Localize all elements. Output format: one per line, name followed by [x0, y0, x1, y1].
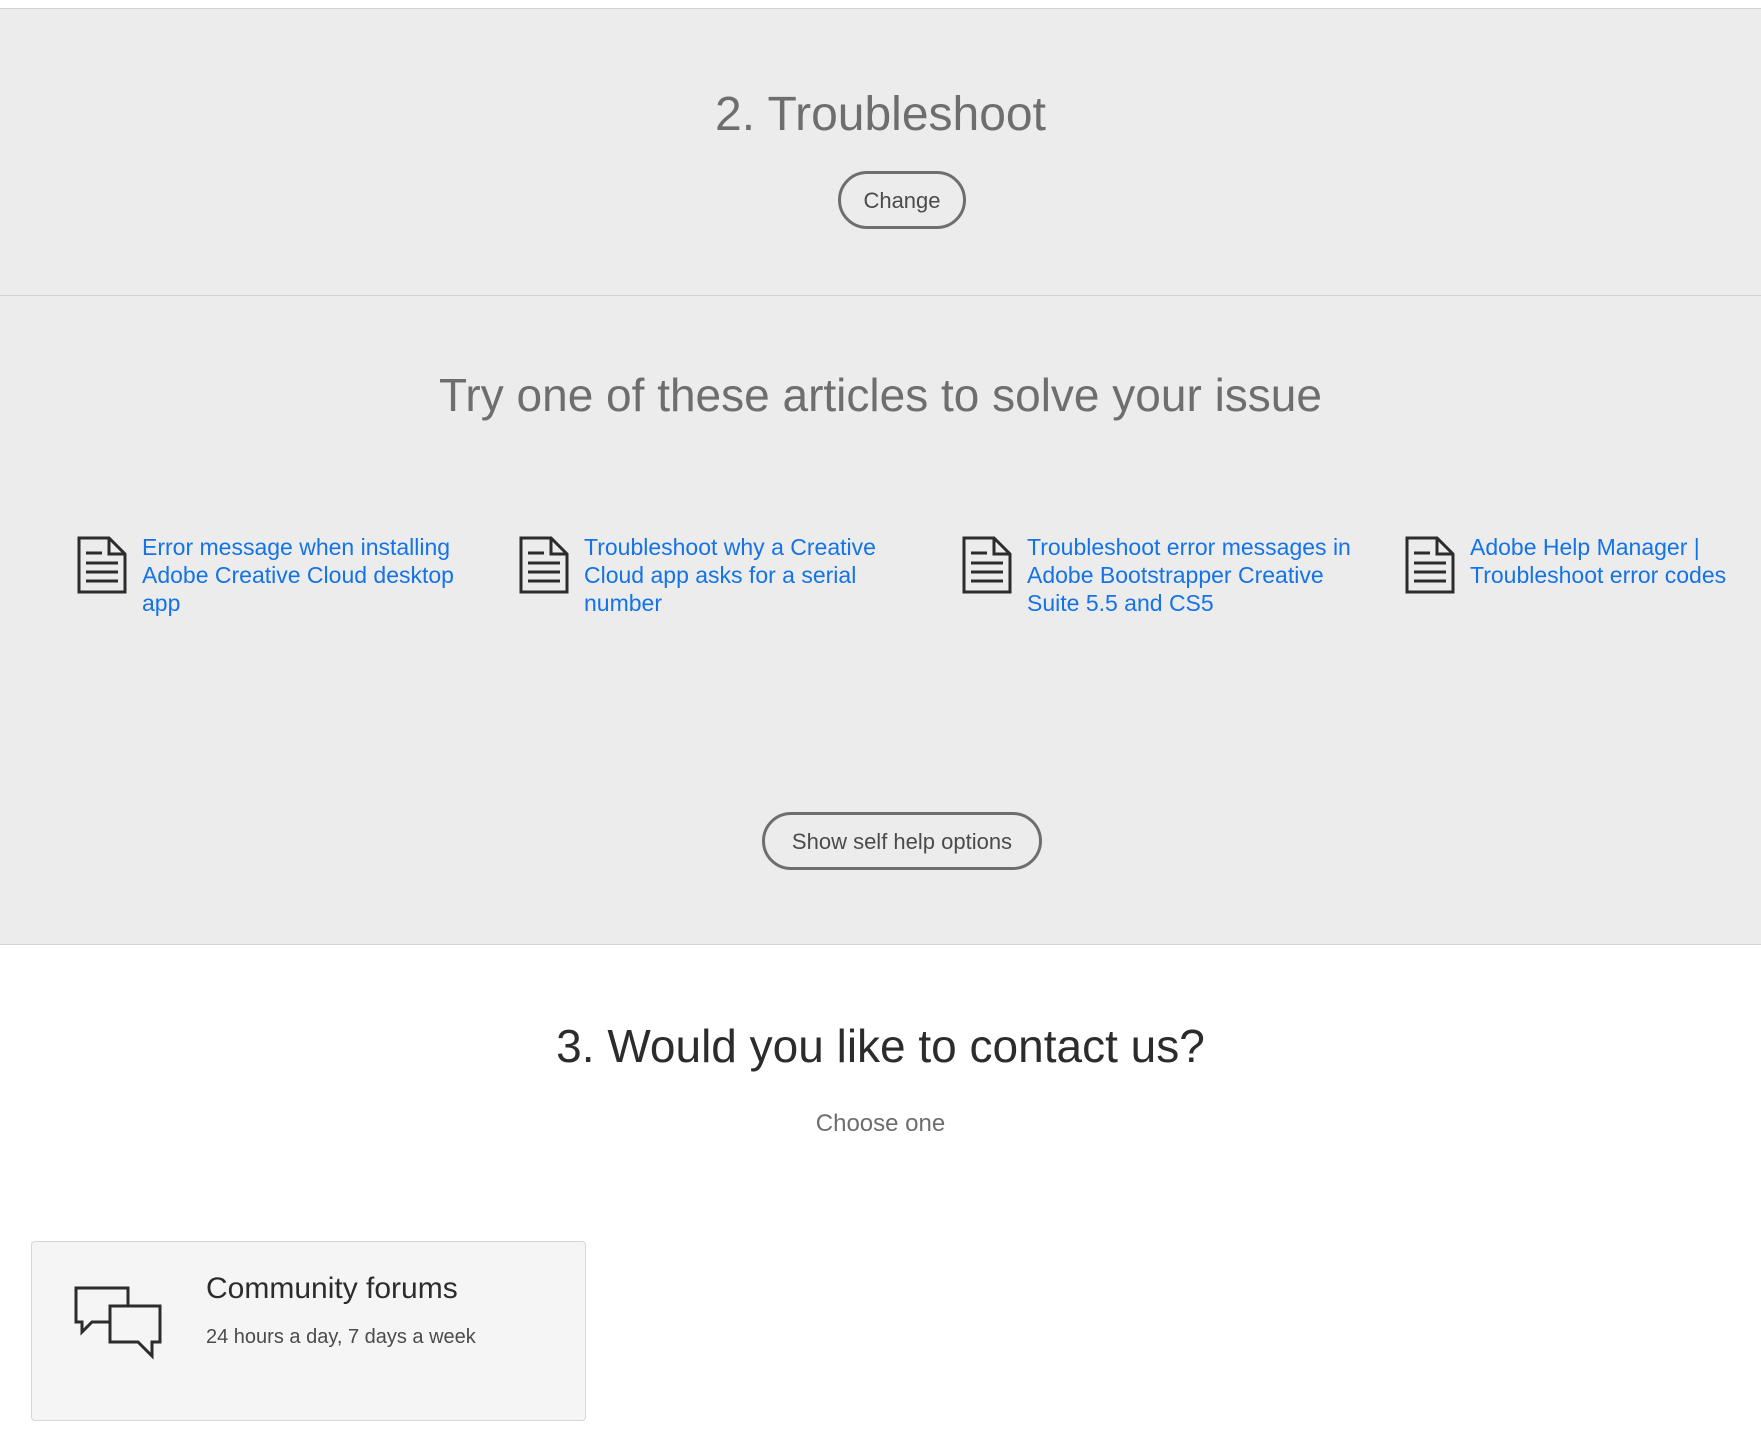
step-title: 3. Would you like to contact us? [556, 1020, 1205, 1072]
article-item: Troubleshoot error messages in Adobe Boo… [961, 533, 1361, 663]
article-item: Troubleshoot why a Creative Cloud app as… [518, 533, 918, 663]
top-divider [0, 0, 1761, 9]
article-link[interactable]: Error message when installing Adobe Crea… [142, 533, 472, 617]
step-title: 2. Troubleshoot [715, 88, 1046, 141]
document-icon [77, 536, 127, 594]
contact-step-section: 3. Would you like to contact us? Choose … [0, 946, 1761, 1455]
step-subtitle: Choose one [815, 1110, 946, 1137]
article-link[interactable]: Adobe Help Manager | Troubleshoot error … [1470, 533, 1740, 589]
articles-section: Try one of these articles to solve your … [0, 296, 1761, 945]
document-icon [1405, 536, 1455, 594]
articles-heading: Try one of these articles to solve your … [439, 369, 1322, 421]
troubleshoot-step-section: 2. Troubleshoot Change [0, 9, 1761, 296]
document-icon [519, 536, 569, 594]
community-forums-card[interactable]: Community forums 24 hours a day, 7 days … [31, 1241, 586, 1421]
card-title: Community forums [206, 1272, 458, 1305]
card-subtitle: 24 hours a day, 7 days a week [206, 1326, 476, 1348]
change-button[interactable]: Change [838, 171, 966, 229]
article-item: Error message when installing Adobe Crea… [76, 533, 476, 663]
chat-bubbles-icon [74, 1286, 162, 1360]
article-item: Adobe Help Manager | Troubleshoot error … [1404, 533, 1744, 663]
article-link[interactable]: Troubleshoot error messages in Adobe Boo… [1027, 533, 1357, 617]
article-link[interactable]: Troubleshoot why a Creative Cloud app as… [584, 533, 914, 617]
document-icon [962, 536, 1012, 594]
show-self-help-button[interactable]: Show self help options [762, 812, 1042, 870]
